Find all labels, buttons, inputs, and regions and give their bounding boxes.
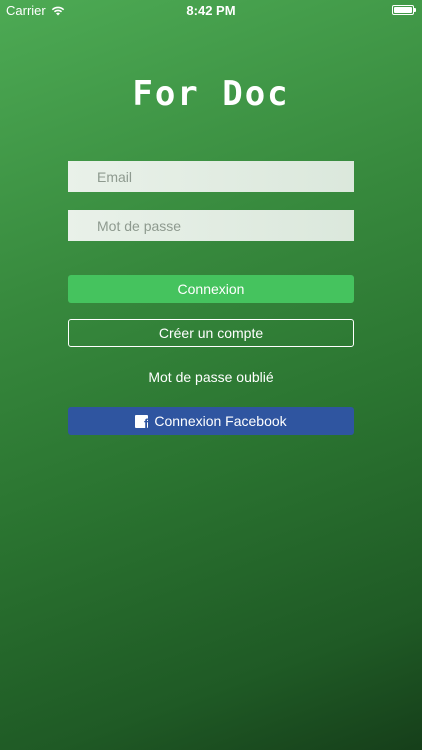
create-account-button-label: Créer un compte: [158, 325, 264, 341]
facebook-icon: f: [135, 414, 149, 428]
forgot-password-link[interactable]: Mot de passe oublié: [0, 369, 422, 385]
status-time: 8:42 PM: [186, 3, 236, 18]
facebook-login-label: Connexion Facebook: [154, 413, 287, 429]
app-title: For Doc: [132, 74, 290, 114]
password-field[interactable]: [68, 210, 354, 241]
login-button[interactable]: Connexion: [68, 275, 354, 303]
facebook-login-button[interactable]: f Connexion Facebook: [68, 407, 354, 435]
email-field[interactable]: [68, 161, 354, 192]
battery-icon: [392, 5, 416, 15]
create-account-button[interactable]: Créer un compte: [68, 319, 354, 347]
status-bar: Carrier 8:42 PM: [0, 0, 422, 22]
facebook-icon-glyph: f: [144, 415, 149, 428]
login-button-label: Connexion: [177, 281, 245, 297]
